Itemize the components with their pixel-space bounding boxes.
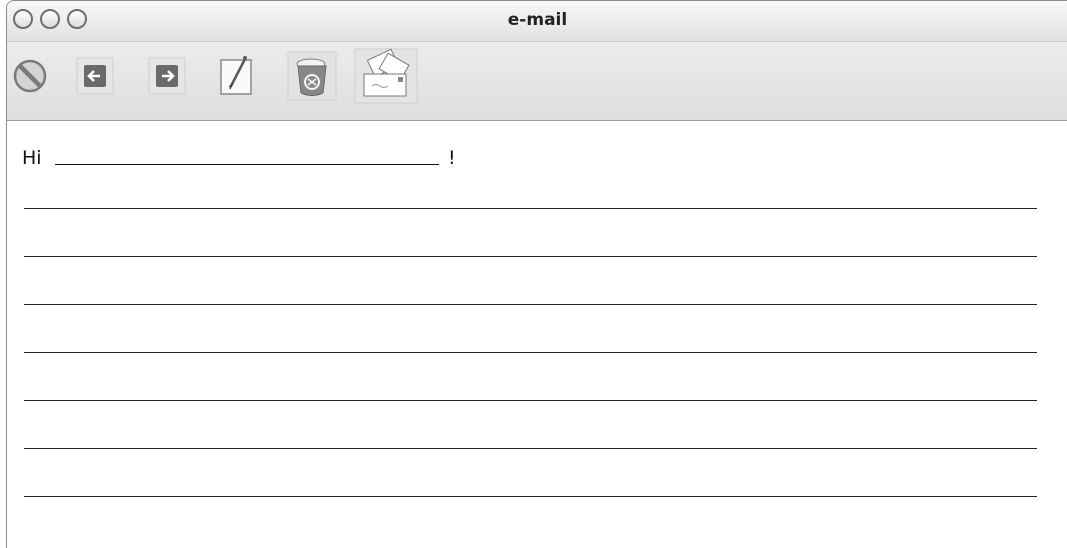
back-button[interactable]	[73, 56, 117, 96]
message-body[interactable]: Hi !	[7, 121, 1067, 548]
recipient-name-blank[interactable]	[55, 164, 439, 165]
envelopes-icon	[354, 48, 418, 104]
window-title: e-mail	[507, 10, 568, 30]
stop-button[interactable]	[9, 56, 51, 96]
recycle-button[interactable]	[286, 51, 338, 101]
forward-button[interactable]	[145, 56, 189, 96]
greeting-label: Hi	[22, 147, 42, 169]
writing-line[interactable]	[24, 208, 1037, 209]
toolbar	[7, 42, 1067, 121]
mail-button[interactable]	[354, 48, 418, 104]
writing-line[interactable]	[24, 496, 1037, 497]
recycle-bin-icon	[287, 51, 337, 101]
pencil-icon	[220, 56, 252, 95]
writing-line[interactable]	[24, 400, 1037, 401]
greeting-exclamation: !	[448, 147, 456, 169]
arrow-right-icon	[148, 57, 186, 95]
stop-icon	[13, 59, 47, 93]
title-bar: e-mail	[7, 1, 1067, 42]
writing-line[interactable]	[24, 352, 1037, 353]
writing-line[interactable]	[24, 304, 1037, 305]
writing-line[interactable]	[24, 256, 1037, 257]
compose-button[interactable]	[215, 56, 259, 96]
arrow-left-icon	[76, 57, 114, 95]
writing-line[interactable]	[24, 448, 1037, 449]
email-window: e-mail Hi !	[6, 0, 1067, 548]
